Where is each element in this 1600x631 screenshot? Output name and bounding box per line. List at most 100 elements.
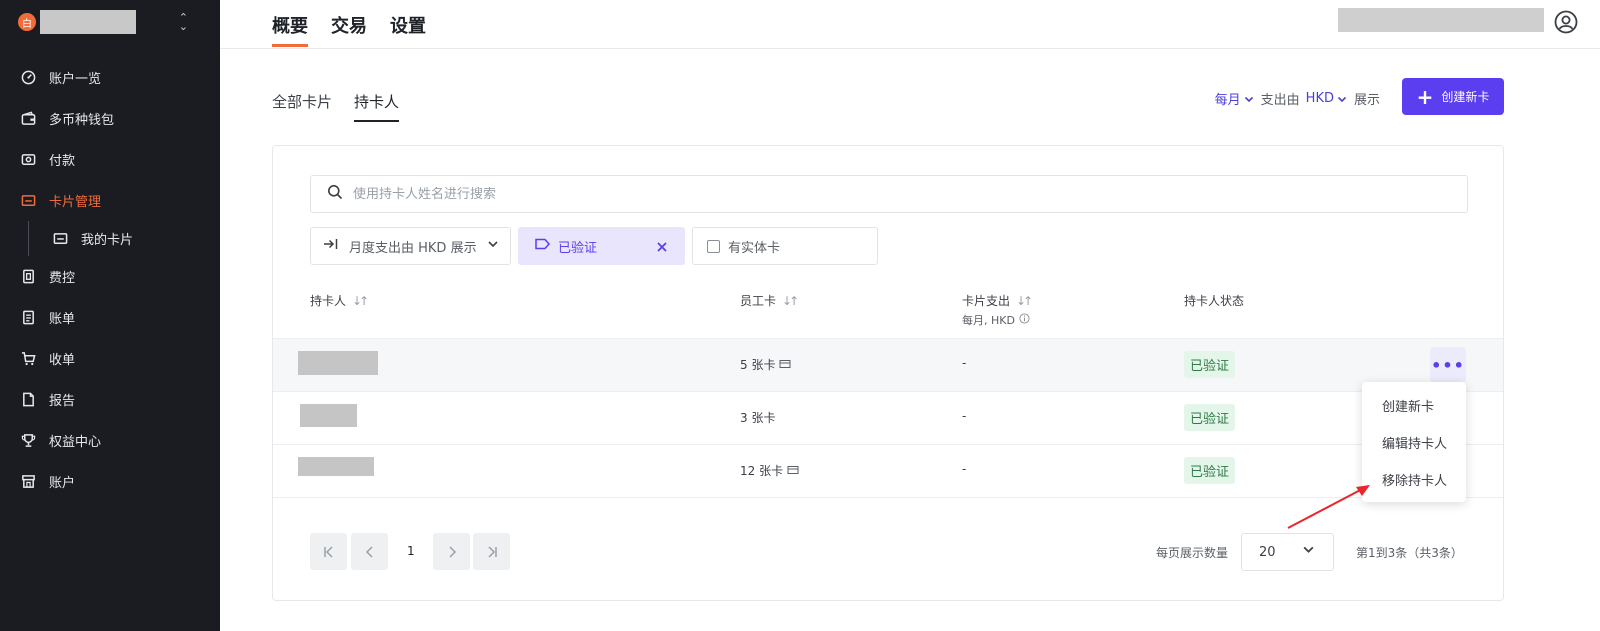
create-card-button[interactable]: + 创建新卡 xyxy=(1402,78,1504,115)
per-page-value: 20 xyxy=(1259,544,1276,560)
search-input[interactable] xyxy=(353,186,1253,202)
sidebar-item-acquiring[interactable]: 收单 xyxy=(0,338,220,379)
chevron-left-icon xyxy=(365,545,373,558)
period-value: 每月 xyxy=(1214,93,1241,108)
show-label: 展示 xyxy=(1353,93,1380,108)
more-options-button[interactable]: ••• xyxy=(1430,347,1466,383)
sort-icon[interactable]: ↓↑ xyxy=(782,294,799,308)
last-page-button[interactable] xyxy=(473,533,510,570)
store-icon xyxy=(20,474,36,490)
arrow-to-line-icon xyxy=(323,237,339,255)
currency-dropdown[interactable]: HKD xyxy=(1306,91,1348,106)
expense-icon xyxy=(20,269,36,285)
sidebar-item-label: 报告 xyxy=(49,394,76,409)
current-page[interactable]: 1 xyxy=(407,544,415,558)
search-icon xyxy=(327,184,343,204)
sidebar-item-label: 卡片管理 xyxy=(49,195,102,210)
chevron-down-icon xyxy=(1244,96,1253,102)
account-switcher[interactable]: 白 ⌃ ⌄ xyxy=(18,9,198,35)
account-name-redacted xyxy=(40,10,136,34)
card-spend-cell: - xyxy=(962,462,967,476)
top-bar: 概要 交易 设置 xyxy=(220,0,1600,49)
sidebar-item-expense[interactable]: 费控 xyxy=(0,256,220,297)
annotation-arrow-icon xyxy=(1287,485,1370,529)
sidebar-item-label: 权益中心 xyxy=(49,435,102,450)
sidebar-item-label: 付款 xyxy=(49,154,76,169)
chevron-updown-icon[interactable]: ⌃ ⌄ xyxy=(179,12,188,32)
sidebar-item-card-management[interactable]: 卡片管理 xyxy=(0,180,220,221)
verified-filter-label: 已验证 xyxy=(558,240,598,256)
column-header-status: 持卡人状态 xyxy=(1184,292,1244,309)
search-box[interactable] xyxy=(310,175,1468,213)
physical-card-filter[interactable]: 有实体卡 xyxy=(692,227,878,265)
sort-icon[interactable]: ↓↑ xyxy=(352,294,369,308)
holder-name-redacted xyxy=(300,404,357,427)
tab-transactions[interactable]: 交易 xyxy=(331,12,367,38)
currency-value: HKD xyxy=(1305,91,1334,106)
info-icon[interactable] xyxy=(1019,313,1030,327)
verified-filter-chip[interactable]: 已验证 xyxy=(518,227,685,265)
sidebar-item-bills[interactable]: 账单 xyxy=(0,297,220,338)
employee-cards-cell: 3 张卡 xyxy=(740,409,775,426)
column-header-holder[interactable]: 持卡人 ↓↑ xyxy=(310,292,369,309)
per-page-select[interactable]: 20 xyxy=(1241,533,1334,571)
create-card-label: 创建新卡 xyxy=(1441,90,1490,104)
top-search-redacted[interactable] xyxy=(1338,8,1544,32)
close-icon[interactable] xyxy=(656,238,668,257)
gauge-icon xyxy=(20,70,36,86)
chevron-down-icon xyxy=(1302,543,1315,560)
sidebar-item-reports[interactable]: 报告 xyxy=(0,379,220,420)
prev-page-button[interactable] xyxy=(351,533,388,570)
holder-name-redacted xyxy=(298,351,378,375)
column-label: 员工卡 xyxy=(740,294,777,308)
per-page-label: 每页展示数量 xyxy=(1156,546,1229,560)
employee-cards-cell: 5 张卡 xyxy=(740,356,791,373)
status-badge: 已验证 xyxy=(1184,404,1236,431)
report-icon xyxy=(20,392,36,408)
column-header-card-spend[interactable]: 卡片支出 ↓↑ xyxy=(962,292,1033,309)
card-icon xyxy=(52,231,68,247)
sidebar-item-account[interactable]: 账户 xyxy=(0,461,220,502)
employee-cards-cell: 12 张卡 xyxy=(740,462,799,479)
sidebar-item-payments[interactable]: 付款 xyxy=(0,139,220,180)
cards-count: 5 张卡 xyxy=(740,358,776,372)
main-content: 全部卡片 持卡人 每月 支出由 HKD 展示 + 创建新卡 月度支出由 HKD … xyxy=(220,49,1600,631)
next-page-button[interactable] xyxy=(433,533,470,570)
sidebar-item-label: 账户一览 xyxy=(49,72,102,87)
tab-cardholders[interactable]: 持卡人 xyxy=(354,91,400,122)
first-page-button[interactable] xyxy=(310,533,347,570)
physical-card-checkbox[interactable] xyxy=(707,239,720,253)
trophy-icon xyxy=(20,433,36,449)
sidebar-item-label: 费控 xyxy=(49,271,76,286)
card-spend-cell: - xyxy=(962,356,967,370)
card-spend-subheader: 每月, HKD xyxy=(962,312,1030,328)
wallet-icon xyxy=(20,111,36,127)
sidebar-item-my-cards[interactable]: 我的卡片 xyxy=(0,221,220,256)
physical-card-icon xyxy=(779,358,791,372)
tag-icon xyxy=(535,238,551,254)
sort-icon[interactable]: ↓↑ xyxy=(1016,294,1033,308)
chevron-right-icon xyxy=(448,545,456,558)
plus-icon: + xyxy=(1416,84,1434,109)
table-row[interactable]: 5 张卡 - 已验证 ••• xyxy=(273,338,1503,391)
sidebar-item-wallet[interactable]: 多币种钱包 xyxy=(0,98,220,139)
column-header-employee-cards[interactable]: 员工卡 ↓↑ xyxy=(740,292,799,309)
card-spend-cell: - xyxy=(962,409,967,423)
tab-overview[interactable]: 概要 xyxy=(272,12,308,47)
tab-settings[interactable]: 设置 xyxy=(390,12,426,38)
menu-item-create-card[interactable]: 创建新卡 xyxy=(1362,387,1466,424)
sidebar-item-benefits[interactable]: 权益中心 xyxy=(0,420,220,461)
column-label: 卡片支出 xyxy=(962,294,1011,308)
tab-all-cards[interactable]: 全部卡片 xyxy=(272,91,332,112)
physical-card-icon xyxy=(787,464,799,478)
spend-by-label: 支出由 xyxy=(1260,93,1300,108)
chevron-down-icon xyxy=(487,238,499,254)
user-profile-icon[interactable] xyxy=(1554,10,1578,38)
period-dropdown[interactable]: 每月 xyxy=(1215,89,1255,108)
sidebar-item-overview[interactable]: 账户一览 xyxy=(0,57,220,98)
menu-item-edit-holder[interactable]: 编辑持卡人 xyxy=(1362,424,1466,461)
spend-filter-dropdown[interactable]: 月度支出由 HKD 展示 xyxy=(310,227,511,265)
table-row[interactable]: 3 张卡 - 已验证 xyxy=(273,391,1503,444)
sidebar-item-label: 账户 xyxy=(49,476,76,491)
sidebar-nav: 账户一览 多币种钱包 付款 卡片管理 我的卡片 费控 账单 收单 报告 权益中心… xyxy=(0,57,220,502)
